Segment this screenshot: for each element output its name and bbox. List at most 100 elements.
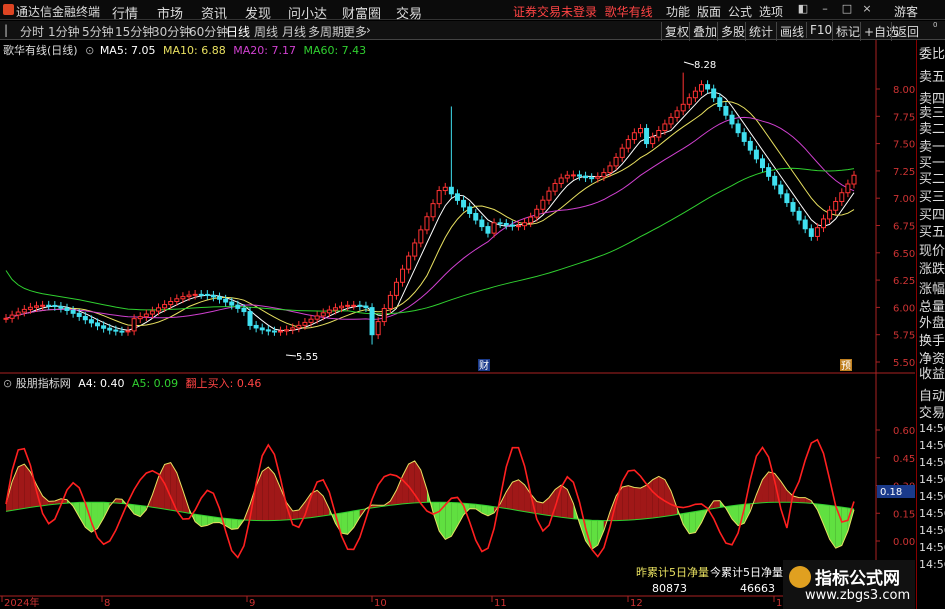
menu-options[interactable]: 选项 xyxy=(759,3,783,20)
side-label[interactable]: 买三 xyxy=(919,186,945,205)
side-time: 14:56 xyxy=(919,422,945,435)
menu-item-ask[interactable]: 问小达 xyxy=(288,3,327,22)
btn-f10[interactable]: F10 xyxy=(806,22,835,38)
candle-body xyxy=(784,193,790,204)
period-monthly[interactable]: 月线 xyxy=(282,23,306,40)
candle-body xyxy=(168,301,174,306)
menu-item-quotes[interactable]: 行情 xyxy=(112,3,138,22)
candle-body xyxy=(174,298,180,303)
period-60min[interactable]: 60分钟 xyxy=(189,23,228,40)
menu-item-news[interactable]: 资讯 xyxy=(201,3,227,22)
candle-body xyxy=(814,227,820,237)
menu-item-market[interactable]: 市场 xyxy=(157,3,183,22)
period-15min[interactable]: 15分钟 xyxy=(115,23,154,40)
side-label[interactable]: 卖五 xyxy=(919,66,945,85)
btn-stats[interactable]: 统计 xyxy=(745,22,776,41)
menu-function[interactable]: 功能 xyxy=(666,3,690,20)
indicator-fill xyxy=(591,520,598,550)
candle-body xyxy=(119,330,125,333)
indicator-fill xyxy=(634,487,641,520)
price-tick-label: 6.25 xyxy=(893,276,915,287)
side-label[interactable]: 涨跌 xyxy=(919,258,945,277)
candle-body xyxy=(625,139,631,149)
period-timeshare[interactable]: 分时 xyxy=(20,23,44,40)
candle-body xyxy=(46,304,52,307)
period-30min[interactable]: 30分钟 xyxy=(152,23,191,40)
candle-body xyxy=(607,165,613,174)
menu-item-trade[interactable]: 交易 xyxy=(396,3,422,22)
candle-body xyxy=(393,281,399,296)
candle-body xyxy=(558,177,564,184)
candle-body xyxy=(113,329,119,332)
chevron-right-icon[interactable]: › xyxy=(366,23,371,37)
skin-icon[interactable]: ◧ xyxy=(796,2,810,16)
legend-ma10: MA10: 6.88 xyxy=(163,44,226,57)
signal-line xyxy=(5,438,855,559)
side-time: 14:56 xyxy=(919,473,945,486)
period-daily[interactable]: 日线 xyxy=(226,23,250,40)
candle-body xyxy=(284,329,290,332)
guest-label[interactable]: 游客 xyxy=(894,3,918,20)
candle-body xyxy=(9,314,15,319)
sub-legend-icon[interactable]: ⊙ xyxy=(3,377,12,390)
maximize-icon[interactable]: □ xyxy=(840,2,854,16)
price-tick-label: 7.50 xyxy=(893,140,915,151)
btn-mark[interactable]: 标记 xyxy=(832,22,863,41)
period-1min[interactable]: 1分钟 xyxy=(48,23,80,40)
side-label[interactable]: 外盘 xyxy=(919,312,945,331)
candle-body xyxy=(528,216,534,224)
login-notice[interactable]: 证券交易未登录 歌华有线 xyxy=(513,3,653,20)
sub-tick-label: 0.45 xyxy=(893,454,915,465)
candle-body xyxy=(491,222,497,234)
finance-tag[interactable]: 财 xyxy=(479,359,489,372)
menu-formula[interactable]: 公式 xyxy=(728,3,752,20)
period-5min[interactable]: 5分钟 xyxy=(82,23,114,40)
side-time: 14:56 xyxy=(919,490,945,503)
candle-body xyxy=(137,316,143,320)
menu-layout[interactable]: 版面 xyxy=(697,3,721,20)
period-weekly[interactable]: 周线 xyxy=(254,23,278,40)
minimize-icon[interactable]: – xyxy=(818,2,832,16)
today-volume-label: 今累计5日净量 xyxy=(710,565,783,579)
btn-adjust[interactable]: 复权 xyxy=(661,22,692,41)
candle-body xyxy=(668,116,674,125)
forecast-tag[interactable]: 预 xyxy=(841,360,851,372)
btn-back[interactable]: 返回 xyxy=(891,22,922,41)
period-multi[interactable]: 多周期 xyxy=(308,23,344,40)
candle-body xyxy=(3,317,9,320)
watermark-logo-icon xyxy=(789,566,811,588)
side-label[interactable]: 涨幅 xyxy=(919,278,945,297)
side-label[interactable]: 收益 xyxy=(919,363,945,382)
legend-toggle-icon[interactable]: ⊙ xyxy=(85,44,94,57)
period-more[interactable]: 更多 xyxy=(343,23,367,40)
candle-body xyxy=(308,318,314,323)
indicator-fill xyxy=(689,511,696,534)
btn-draw[interactable]: 画线 xyxy=(776,22,807,41)
main-legend: 歌华有线(日线) ⊙ MA5: 7.05 MA10: 6.88 MA20: 7.… xyxy=(3,42,366,58)
candle-body xyxy=(64,307,70,311)
menu-item-discover[interactable]: 发现 xyxy=(245,3,271,22)
legend-title: 歌华有线(日线) xyxy=(3,44,78,57)
side-label[interactable]: 买二 xyxy=(919,168,945,187)
candle-body xyxy=(833,200,839,211)
side-label[interactable]: 委比 xyxy=(919,43,945,62)
candle-body xyxy=(235,304,241,309)
candle-body xyxy=(332,307,338,311)
side-label[interactable]: 换手 xyxy=(919,330,945,349)
side-label[interactable]: 卖二 xyxy=(919,118,945,137)
price-tick-label: 6.50 xyxy=(893,249,915,260)
side-label[interactable]: 买五 xyxy=(919,221,945,240)
close-icon[interactable]: × xyxy=(860,2,874,16)
nav-left-icon[interactable]: | xyxy=(4,23,8,37)
candle-body xyxy=(692,90,698,99)
side-top-tiny: 0 xyxy=(933,21,938,29)
side-label[interactable]: 现价 xyxy=(919,240,945,259)
btn-multistock[interactable]: 多股 xyxy=(717,22,748,41)
btn-overlay[interactable]: 叠加 xyxy=(689,22,720,41)
indicator-fill xyxy=(457,502,464,526)
menu-item-wealth[interactable]: 财富圈 xyxy=(342,3,381,22)
chart-area[interactable]: 8.00 7.75 7.50 7.25 7.00 6.75 6.50 6.25 6.00 5.75… xyxy=(0,40,915,609)
kline-chart-svg[interactable]: 8.00 7.75 7.50 7.25 7.00 6.75 6.50 6.25 6.00 5.75… xyxy=(0,40,915,609)
candle-body xyxy=(448,186,454,195)
side-bottom-label[interactable]: 交易 xyxy=(919,402,945,421)
